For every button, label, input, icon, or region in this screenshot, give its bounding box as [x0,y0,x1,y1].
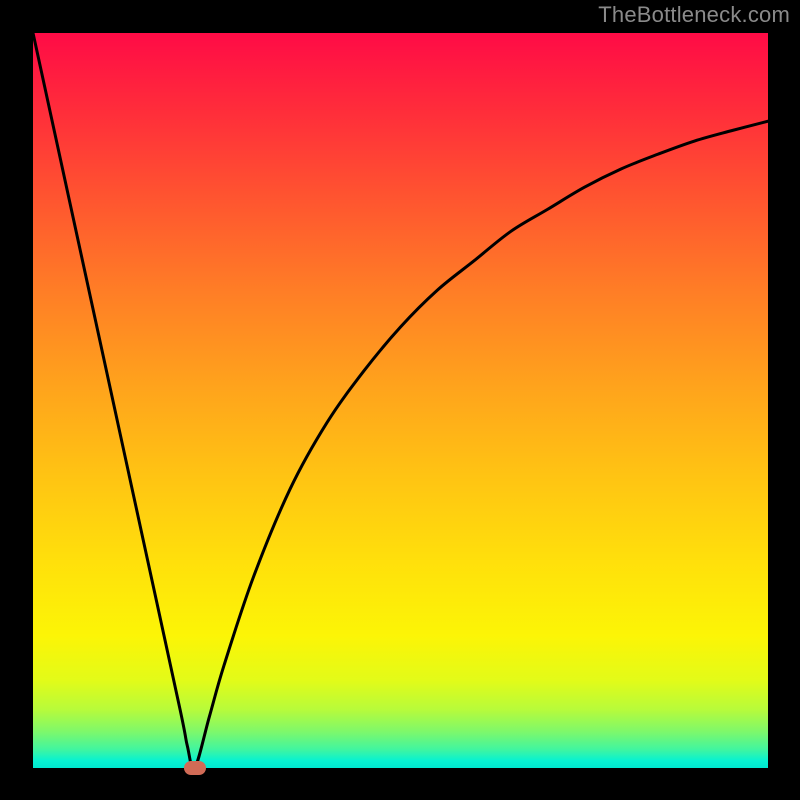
bottleneck-curve [33,33,768,768]
watermark-text: TheBottleneck.com [598,2,790,28]
chart-plot-area [33,33,768,768]
chart-frame: TheBottleneck.com [0,0,800,800]
optimum-marker [184,761,206,775]
